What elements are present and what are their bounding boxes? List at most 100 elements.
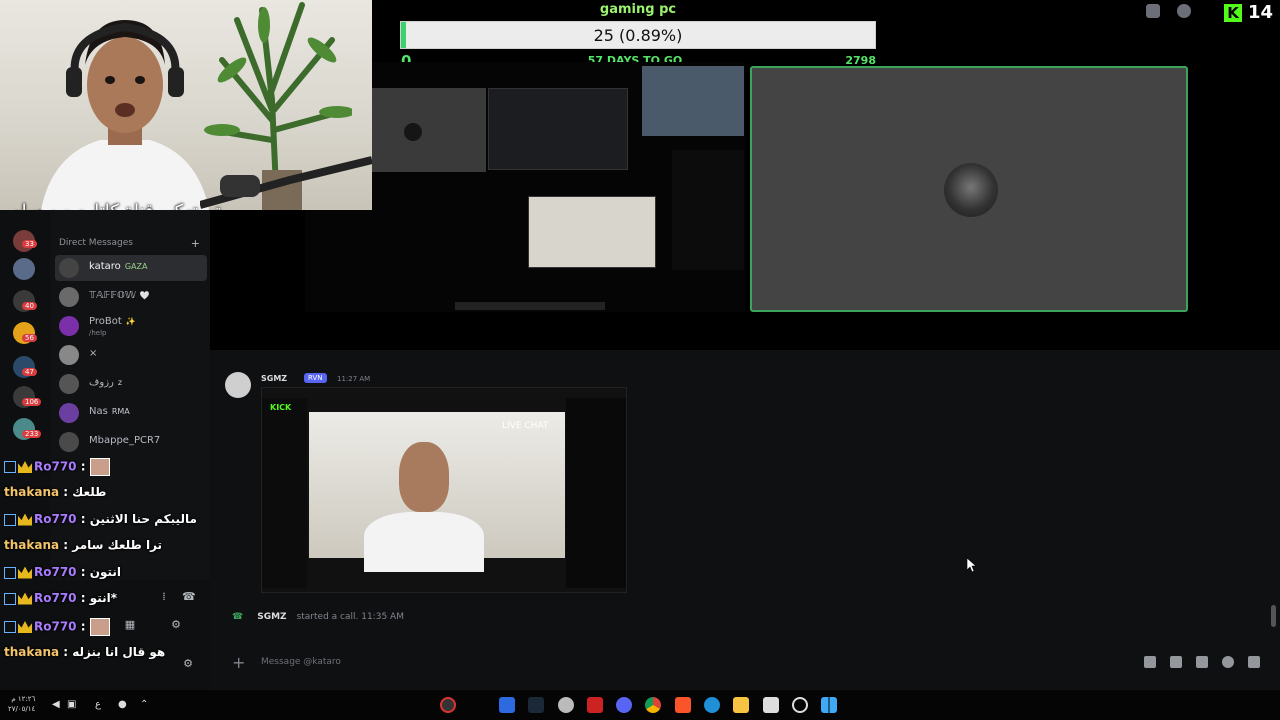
windows-start-icon[interactable]: [821, 697, 837, 713]
disconnect-icon[interactable]: ☎: [182, 591, 196, 603]
gift-icon[interactable]: [1144, 656, 1156, 668]
steam-icon[interactable]: [528, 697, 544, 713]
avatar: [59, 374, 79, 394]
message-author[interactable]: SGMZ: [261, 374, 287, 383]
app-icon[interactable]: [587, 697, 603, 713]
gif-icon[interactable]: [1170, 656, 1182, 668]
verified-badge-icon: [4, 621, 16, 633]
nested-call-window: [488, 88, 628, 170]
participant-tile[interactable]: [750, 66, 1188, 312]
emoji-icon[interactable]: [1222, 656, 1234, 668]
soundboard-icon[interactable]: ⁞: [158, 591, 170, 603]
viewer-count: 14: [1248, 2, 1274, 23]
dm-name: رزوف: [89, 377, 114, 388]
verified-badge-icon: [4, 513, 16, 526]
dm-item[interactable]: ×: [55, 342, 207, 368]
message-input-bar[interactable]: + Message @kataro: [222, 648, 1274, 678]
attach-plus-icon[interactable]: +: [232, 653, 245, 672]
chat-scrollbar[interactable]: [1271, 605, 1276, 627]
screenshot-sidebar: [262, 398, 307, 588]
streamer-webcam: تم تهكير قناة كاتارو من سامر: [0, 0, 372, 210]
inbox-icon[interactable]: [1146, 4, 1160, 18]
dm-item-mbappe[interactable]: Mbappe_PCR7: [55, 429, 207, 455]
unread-badge: 33: [22, 240, 37, 248]
crown-icon: [18, 461, 32, 473]
unread-badge: 233: [22, 430, 42, 438]
screenshot-live-chat-label: LIVE CHAT: [502, 421, 549, 431]
dm-item[interactable]: رزوف z: [55, 371, 207, 397]
streamer-person: [41, 20, 209, 210]
unread-badge: 47: [22, 368, 37, 376]
unread-badge: 40: [22, 302, 37, 310]
dm-subtext: /help: [89, 329, 107, 337]
edge-icon[interactable]: [704, 697, 720, 713]
message-timestamp: 11:27 AM: [337, 375, 371, 383]
screenshot-chat-column: [566, 398, 626, 588]
stream-chat-line: Ro770 : انتون: [4, 565, 121, 585]
chat-message: هو قال انا بنزله: [72, 645, 166, 659]
message-image-attachment[interactable]: KICK LIVE CHAT: [261, 387, 627, 593]
avatar: [59, 403, 79, 423]
stream-chat-line: Ro770 : انتو*: [4, 591, 117, 611]
chat-message: انتون: [89, 565, 121, 579]
call-started-event: ☎ SGMZ started a call. 11:35 AM: [232, 612, 404, 622]
dm-tag: 🤍: [139, 291, 150, 300]
chat-message: ترا طلعك سامر: [72, 538, 163, 552]
stream-chat-line: Ro770 :: [4, 618, 110, 638]
taskbar-date: ٢٧/٠٥/١٤: [8, 705, 36, 713]
dm-item[interactable]: 𝕋𝔸𝔽𝔽𝕆𝕎 🤍: [55, 284, 207, 310]
goal-title: gaming pc: [599, 2, 677, 17]
calendar-app-icon[interactable]: [499, 697, 515, 713]
screenshot-kick-logo: KICK: [270, 403, 292, 412]
message-input-placeholder[interactable]: Message @kataro: [261, 657, 341, 667]
dm-item-nas[interactable]: Nas RMA: [55, 400, 207, 426]
activities-icon[interactable]: ▦: [124, 619, 136, 631]
search-icon[interactable]: [792, 697, 808, 713]
message-author-avatar[interactable]: [225, 372, 251, 398]
nested-taskbar: [455, 302, 605, 310]
share-grey-tile: [372, 88, 486, 172]
volume-icon[interactable]: ◀: [52, 699, 60, 710]
crown-icon: [18, 621, 32, 633]
call-author[interactable]: SGMZ: [257, 612, 286, 622]
sticker-icon[interactable]: [1196, 656, 1208, 668]
chat-username: thakana: [4, 538, 60, 552]
obs-icon[interactable]: [440, 697, 456, 713]
dm-name: 𝕋𝔸𝔽𝔽𝕆𝕎: [89, 290, 136, 301]
settings-icon[interactable]: ⚙: [170, 619, 182, 631]
avatar: [59, 432, 79, 452]
dm-item-kataro[interactable]: kataro GAZA: [55, 255, 207, 281]
add-dm-icon[interactable]: +: [191, 237, 200, 250]
participant-avatar: [944, 163, 998, 217]
settings-app-icon[interactable]: [558, 697, 574, 713]
discord-icon[interactable]: [616, 697, 632, 713]
unread-badge: 106: [22, 398, 42, 406]
tray-chevron-icon[interactable]: ⌃: [140, 699, 148, 710]
help-icon[interactable]: [1177, 4, 1191, 18]
file-explorer-icon[interactable]: [733, 697, 749, 713]
taskbar: ١٢:٢٦ م ٢٧/٠٥/١٤ ◀ ▣ ع ● ⌃: [0, 690, 1280, 720]
stream-chat-line: thakana : ترا طلعك سامر: [4, 538, 163, 552]
dm-tag: z: [117, 378, 123, 387]
mouse-cursor-icon: [967, 558, 977, 572]
chrome-icon[interactable]: [645, 697, 661, 713]
screen-root: gaming pc 25 (0.89%) 0 57 DAYS TO GO 279…: [0, 0, 1280, 720]
chat-username: Ro770: [34, 565, 77, 579]
chat-username: Ro770: [34, 591, 77, 605]
network-icon[interactable]: ▣: [67, 699, 76, 710]
chat-message: طلعك: [72, 485, 107, 499]
webcam-caption: تم تهكير قناة كاتارو من سامر: [0, 201, 372, 210]
user-settings-icon[interactable]: ⚙: [182, 658, 194, 670]
mic-icon[interactable]: ●: [118, 699, 127, 710]
crown-icon: [18, 513, 32, 526]
task-view-icon[interactable]: [763, 697, 779, 713]
brave-icon[interactable]: [675, 697, 691, 713]
server-icon[interactable]: [13, 258, 35, 280]
dm-item-probot[interactable]: ProBot ✨ /help: [55, 313, 207, 339]
language-icon[interactable]: ع: [95, 699, 101, 710]
apps-icon[interactable]: [1248, 656, 1260, 668]
dm-tag: GAZA: [124, 262, 148, 271]
goal-progress-bar: 25 (0.89%): [400, 21, 876, 49]
taskbar-clock[interactable]: ١٢:٢٦ م ٢٧/٠٥/١٤: [8, 694, 35, 714]
emote-icon: [89, 458, 110, 476]
